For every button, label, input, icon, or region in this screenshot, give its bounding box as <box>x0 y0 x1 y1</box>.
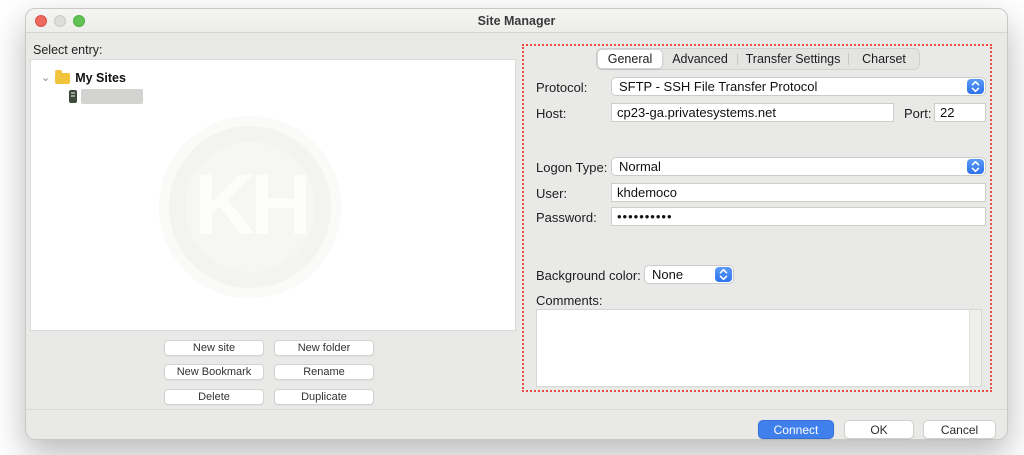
background-color-select[interactable]: None <box>644 265 734 284</box>
server-icon <box>69 90 77 103</box>
port-input[interactable] <box>934 103 986 122</box>
tab-general[interactable]: General <box>597 49 663 69</box>
comments-scrollbar[interactable] <box>969 310 981 386</box>
stepper-updown-icon <box>715 267 732 282</box>
background-color-label: Background color: <box>536 268 641 283</box>
password-label: Password: <box>536 210 597 225</box>
host-input[interactable] <box>611 103 894 122</box>
footer-divider <box>26 409 1007 410</box>
select-entry-label: Select entry: <box>33 43 102 57</box>
protocol-select[interactable]: SFTP - SSH File Transfer Protocol <box>611 77 986 96</box>
settings-tabstrip: General Advanced Transfer Settings Chars… <box>596 48 920 70</box>
tab-charset[interactable]: Charset <box>849 49 919 69</box>
cancel-button[interactable]: Cancel <box>923 420 996 439</box>
title-bar: Site Manager <box>26 9 1007 33</box>
folder-icon <box>55 73 70 84</box>
duplicate-button[interactable]: Duplicate <box>274 389 374 405</box>
background-color-value: None <box>652 267 683 282</box>
ok-button[interactable]: OK <box>844 420 914 439</box>
disclosure-chevron-icon[interactable]: ⌄ <box>41 71 50 84</box>
rename-button[interactable]: Rename <box>274 364 374 380</box>
password-input[interactable] <box>611 207 986 226</box>
stepper-updown-icon <box>967 79 984 94</box>
tree-item-my-sites[interactable]: ⌄ My Sites <box>41 71 126 85</box>
user-label: User: <box>536 186 567 201</box>
connect-button[interactable]: Connect <box>758 420 834 439</box>
user-input[interactable] <box>611 183 986 202</box>
protocol-label: Protocol: <box>536 80 587 95</box>
tab-advanced[interactable]: Advanced <box>663 49 737 69</box>
protocol-value: SFTP - SSH File Transfer Protocol <box>619 79 817 94</box>
stepper-updown-icon <box>967 159 984 174</box>
comments-box <box>536 309 982 387</box>
knownhost-watermark-logo: KH <box>159 116 341 298</box>
logon-type-select[interactable]: Normal <box>611 157 986 176</box>
site-tree[interactable]: KH ⌄ My Sites <box>30 59 516 331</box>
port-label: Port: <box>904 106 931 121</box>
delete-button[interactable]: Delete <box>164 389 264 405</box>
new-site-button[interactable]: New site <box>164 340 264 356</box>
new-folder-button[interactable]: New folder <box>274 340 374 356</box>
new-bookmark-button[interactable]: New Bookmark <box>164 364 264 380</box>
site-name-redacted <box>81 89 143 104</box>
screenshot-root: Site Manager Select entry: KH ⌄ My Sites… <box>0 0 1024 455</box>
comments-textarea[interactable] <box>537 310 981 386</box>
site-manager-window: Site Manager Select entry: KH ⌄ My Sites… <box>25 8 1008 440</box>
logon-type-label: Logon Type: <box>536 160 607 175</box>
window-title: Site Manager <box>26 9 1007 33</box>
tree-root-label: My Sites <box>75 71 126 85</box>
comments-label: Comments: <box>536 293 602 308</box>
tab-transfer-settings[interactable]: Transfer Settings <box>738 49 848 69</box>
logon-type-value: Normal <box>619 159 661 174</box>
host-label: Host: <box>536 106 566 121</box>
tree-item-site[interactable] <box>69 89 143 104</box>
